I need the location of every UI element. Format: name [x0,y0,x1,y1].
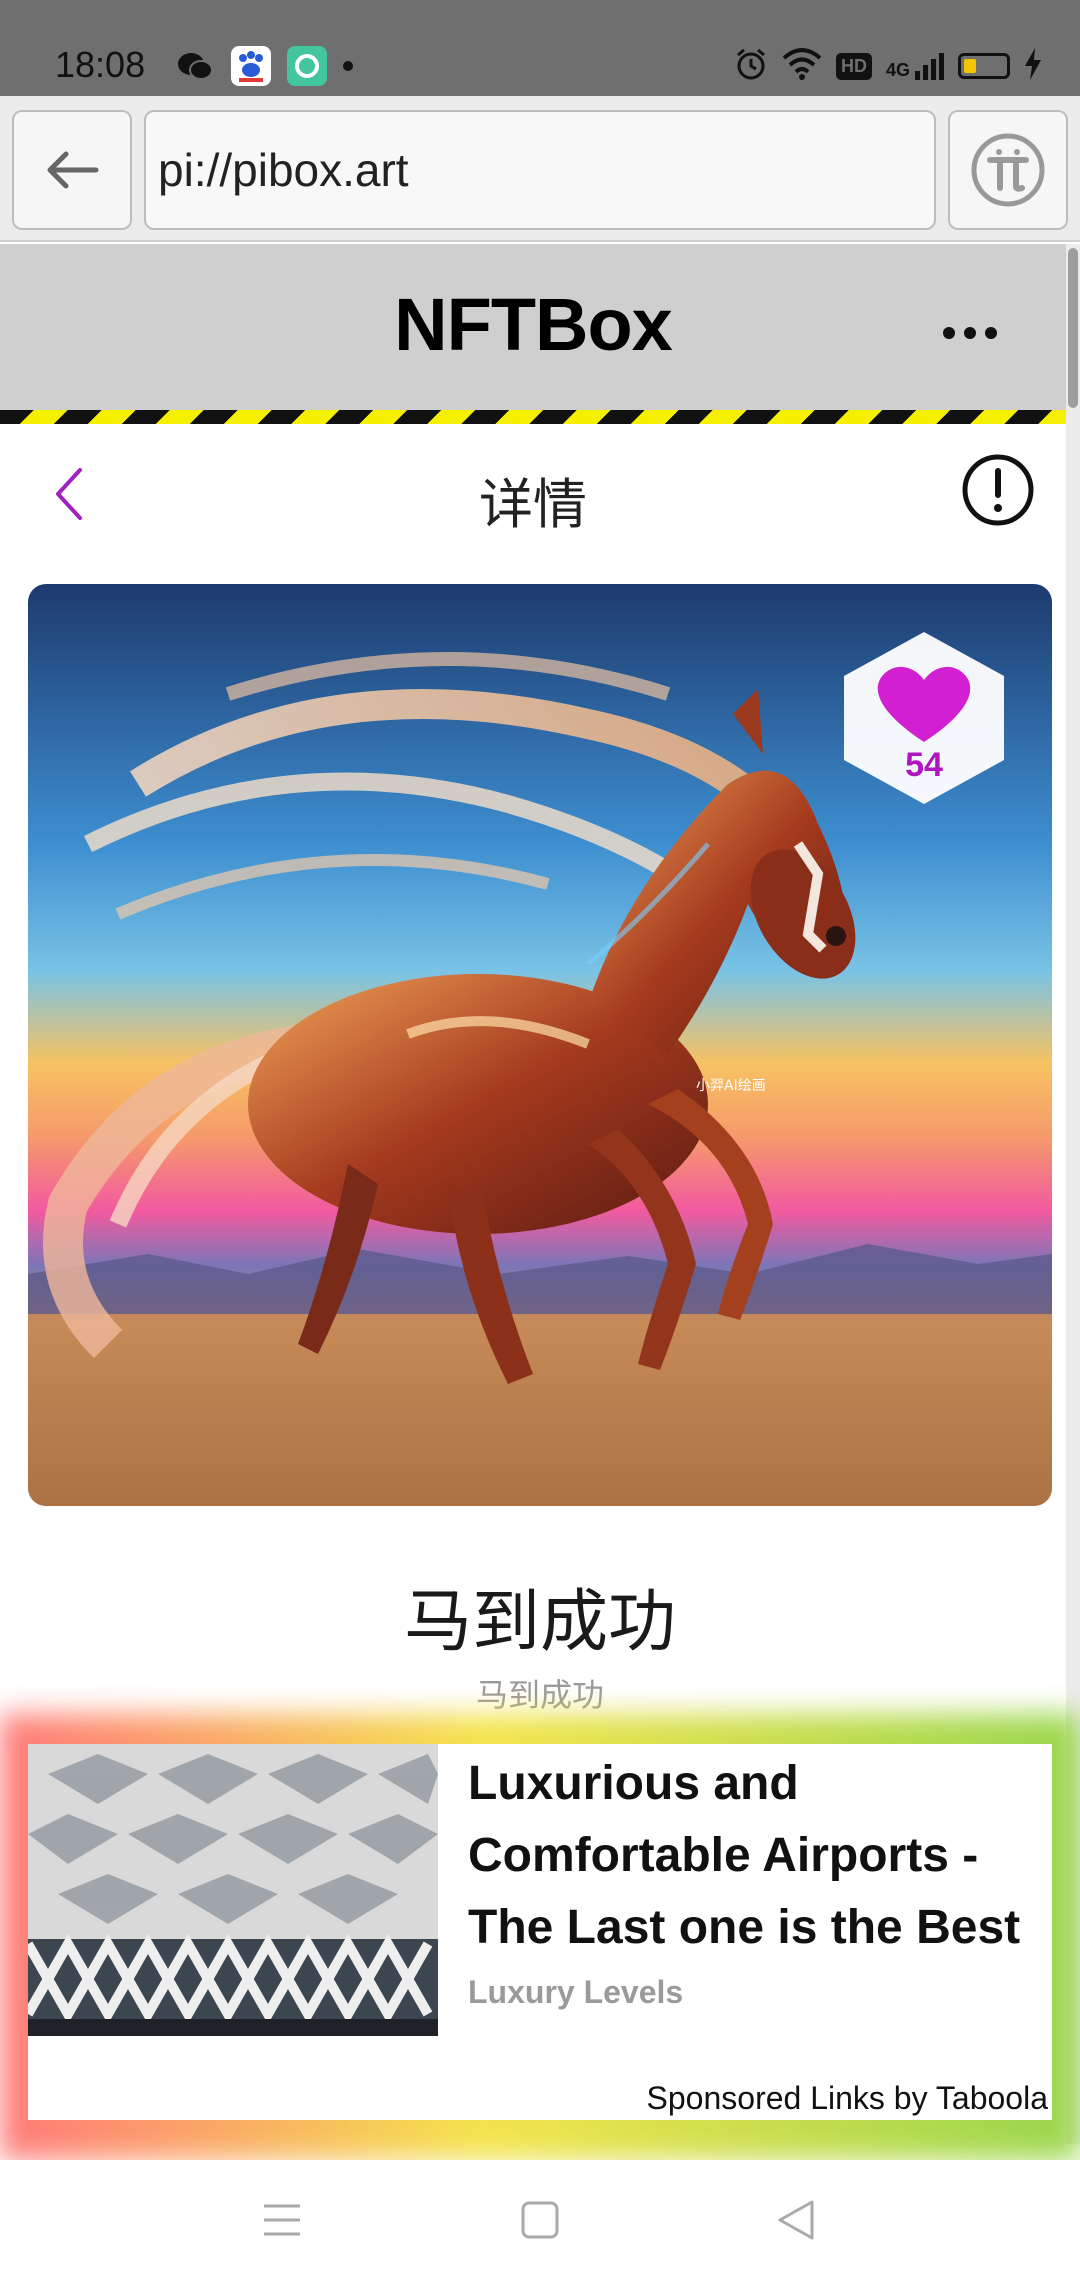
browser-back-button[interactable] [12,110,132,230]
more-menu-button[interactable] [942,300,998,340]
more-notifications-dot [343,61,353,71]
like-count: 54 [905,746,943,784]
battery-icon [958,53,1010,79]
browser-toolbar: pi://pibox.art [0,96,1080,242]
system-navigation-bar [0,2160,1080,2280]
nft-artwork-image[interactable]: 小羿AI绘画 54 [28,584,1052,1506]
charging-icon [1024,47,1042,85]
app-notification-icon [287,46,327,86]
detail-title: 详情 [479,473,587,536]
airport-ceiling-image [28,1744,438,2036]
arrow-left-icon [47,151,99,189]
watermark: 小羿AI绘画 [696,1078,766,1094]
hazard-stripe-divider [0,410,1066,424]
wifi-icon [782,47,822,85]
ad-thumbnail[interactable] [28,1744,438,2036]
nft-description: 马到成功 [475,1676,604,1714]
notification-icons [175,44,353,88]
app-title: NFTBox [394,283,673,366]
status-right: HD 4G [734,44,1042,88]
status-bar: 18:08 HD 4G [0,0,1080,96]
url-bar[interactable]: pi://pibox.art [144,110,936,230]
nft-title: 马到成功 [403,1583,676,1662]
scrollbar-thumb[interactable] [1068,248,1078,408]
ad-source: Luxury Levels [468,1974,684,2010]
baidu-icon [231,46,271,86]
ad-sponsor-label[interactable]: Sponsored Links by Taboola [647,2080,1048,2117]
back-button[interactable] [766,2190,826,2250]
network-type: 4G [885,60,910,80]
url-text: pi://pibox.art [158,144,409,196]
sponsored-ad-card[interactable]: Luxurious and Comfortable Airports - The… [28,1744,1052,2120]
menu-lines-icon [264,2204,300,2236]
pi-logo-icon [971,133,1045,207]
pi-wallet-button[interactable] [948,110,1068,230]
wechat-icon [175,46,215,86]
signal-icon: 4G [886,51,944,81]
battery-level [964,59,976,73]
square-icon [521,2201,559,2239]
home-button[interactable] [510,2190,570,2250]
more-dots-icon [943,327,997,339]
status-time: 18:08 [55,44,146,85]
alarm-icon [734,47,768,86]
hd-voice-icon: HD [835,52,872,80]
report-button[interactable] [960,452,1036,528]
recent-apps-button[interactable] [252,2190,312,2250]
like-button[interactable]: 54 [838,630,1010,806]
exclamation-circle-icon [962,454,1034,526]
app-header: NFTBox [0,244,1066,410]
triangle-back-icon [778,2200,814,2240]
ad-headline[interactable]: Luxurious and Comfortable Airports - The… [468,1748,1058,1964]
detail-nav: 详情 [0,424,1066,558]
